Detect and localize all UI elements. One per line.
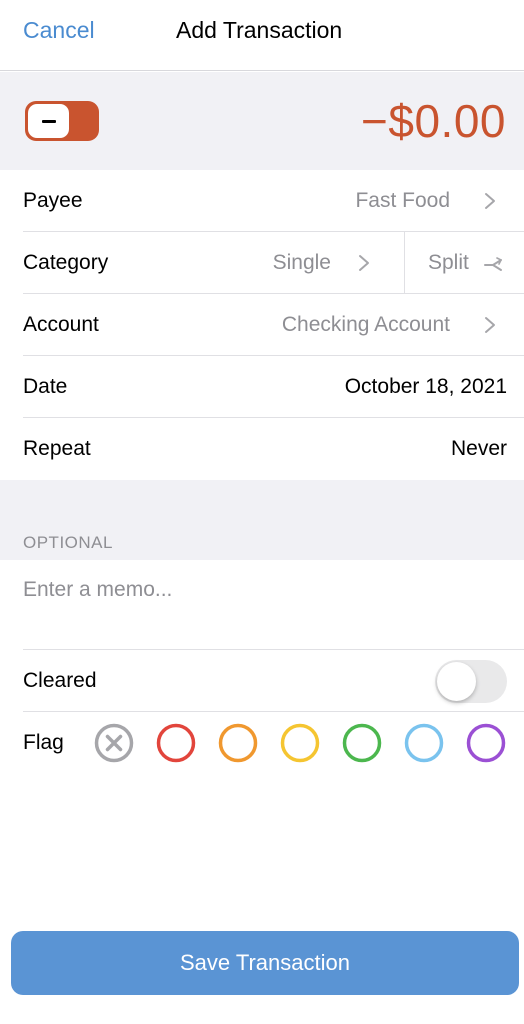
flag-orange-circle-icon[interactable] — [218, 723, 258, 763]
save-button-label: Save Transaction — [180, 950, 350, 975]
flag-red-circle-icon[interactable] — [156, 723, 196, 763]
account-value: Checking Account — [281, 313, 450, 336]
date-row[interactable]: Date October 18, 2021 — [0, 356, 524, 418]
chevron-right-icon — [359, 255, 369, 271]
cleared-label: Cleared — [23, 669, 97, 692]
save-transaction-button[interactable]: Save Transaction — [11, 931, 519, 995]
memo-section — [0, 560, 524, 650]
section-gap: OPTIONAL — [0, 480, 524, 560]
payee-row[interactable]: Payee Fast Food — [0, 170, 524, 232]
repeat-label: Repeat — [23, 437, 91, 460]
optional-section-header: OPTIONAL — [23, 533, 113, 552]
flag-row: Flag — [0, 712, 524, 774]
payee-label: Payee — [23, 189, 83, 212]
cancel-button[interactable]: Cancel — [23, 17, 95, 44]
cleared-row: Cleared — [0, 650, 524, 712]
category-split-button[interactable]: Split — [428, 251, 469, 275]
repeat-row[interactable]: Repeat Never — [0, 418, 524, 480]
category-row: Category Single Split — [0, 232, 524, 294]
cleared-switch[interactable] — [435, 660, 507, 703]
payee-value: Fast Food — [355, 189, 450, 212]
account-label: Account — [23, 313, 99, 336]
date-label: Date — [23, 375, 68, 398]
chevron-right-icon — [485, 193, 495, 209]
navigation-bar: Cancel Add Transaction — [0, 0, 524, 71]
flag-green-circle-icon[interactable] — [342, 723, 382, 763]
split-icon — [484, 257, 502, 271]
flag-none-clear-icon[interactable] — [94, 723, 134, 763]
category-single-button[interactable]: Single — [273, 251, 331, 275]
date-value: October 18, 2021 — [344, 375, 507, 398]
vertical-divider — [404, 232, 405, 294]
account-row[interactable]: Account Checking Account — [0, 294, 524, 356]
flag-blue-circle-icon[interactable] — [404, 723, 444, 763]
sign-toggle[interactable] — [25, 101, 99, 141]
amount-value[interactable]: −$0.00 — [361, 94, 506, 148]
minus-icon — [28, 104, 69, 138]
amount-section: −$0.00 — [0, 72, 524, 170]
flag-purple-circle-icon[interactable] — [466, 723, 506, 763]
memo-input[interactable] — [23, 578, 503, 602]
category-label: Category — [23, 251, 109, 274]
flag-label: Flag — [23, 731, 64, 754]
flag-yellow-circle-icon[interactable] — [280, 723, 320, 763]
repeat-value: Never — [450, 437, 507, 460]
page-title: Add Transaction — [176, 17, 343, 43]
chevron-right-icon — [485, 317, 495, 333]
switch-knob — [437, 662, 476, 701]
